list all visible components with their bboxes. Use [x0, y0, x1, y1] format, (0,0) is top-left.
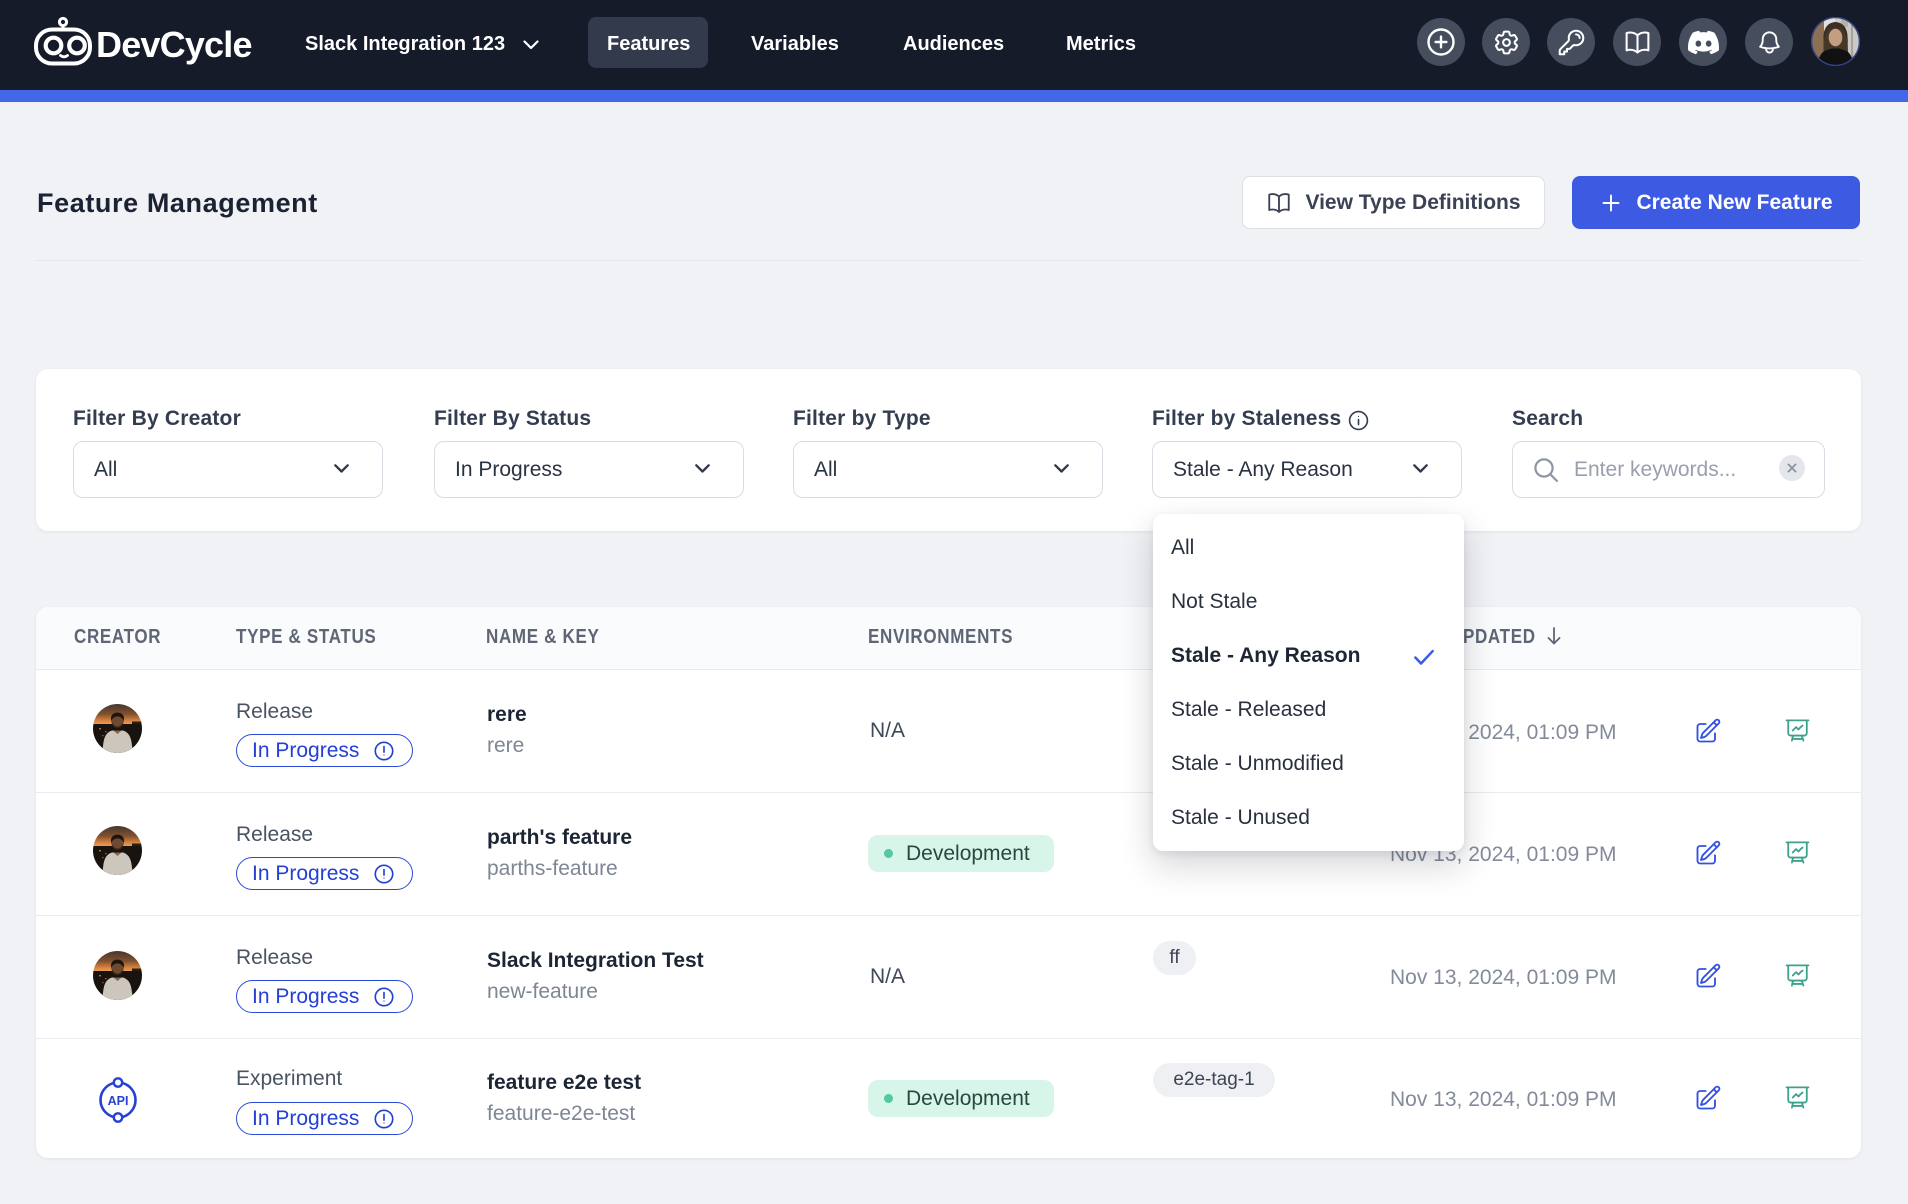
svg-text:API: API — [108, 1094, 129, 1108]
